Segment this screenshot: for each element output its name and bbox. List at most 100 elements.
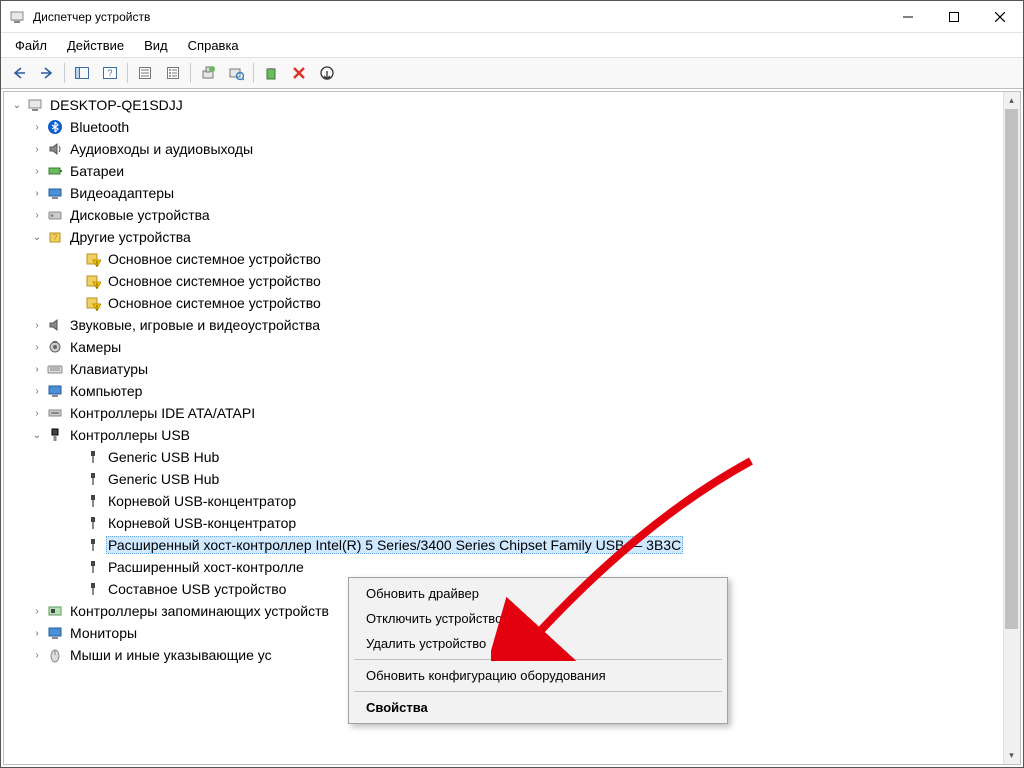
chevron-right-icon[interactable]: ›	[30, 208, 44, 222]
tree-label: Generic USB Hub	[106, 449, 221, 465]
tree-item-base-system-device[interactable]: ! Основное системное устройство	[4, 248, 1020, 270]
toolbar-separator	[64, 63, 65, 83]
app-icon	[9, 9, 25, 25]
usb-icon	[84, 492, 102, 510]
unknown-device-warning-icon: !	[84, 294, 102, 312]
tree-category-video-adapters[interactable]: › Видеоадаптеры	[4, 182, 1020, 204]
ide-controller-icon	[46, 404, 64, 422]
unknown-device-warning-icon: !	[84, 250, 102, 268]
tree-category-other-devices[interactable]: ⌄ ? Другие устройства	[4, 226, 1020, 248]
tree-item-base-system-device[interactable]: ! Основное системное устройство	[4, 292, 1020, 314]
context-menu-disable-device[interactable]: Отключить устройство	[352, 606, 724, 631]
tree-label: Основное системное устройство	[106, 251, 323, 267]
toolbar: ?	[1, 57, 1023, 89]
tree-category-ide-ata[interactable]: › Контроллеры IDE ATA/ATAPI	[4, 402, 1020, 424]
tree-category-disk-drives[interactable]: › Дисковые устройства	[4, 204, 1020, 226]
toolbar-help-button[interactable]: ?	[97, 61, 123, 85]
scrollbar-down-arrow-icon[interactable]: ▾	[1003, 747, 1020, 764]
chevron-right-icon[interactable]: ›	[30, 648, 44, 662]
window-controls	[885, 1, 1023, 33]
tree-item-usb-hub[interactable]: Generic USB Hub	[4, 446, 1020, 468]
toolbar-disable-button[interactable]	[314, 61, 340, 85]
chevron-down-icon[interactable]: ⌄	[10, 98, 24, 112]
toolbar-list-button[interactable]	[160, 61, 186, 85]
tree-category-cameras[interactable]: › Камеры	[4, 336, 1020, 358]
menubar: Файл Действие Вид Справка	[1, 33, 1023, 57]
chevron-right-icon[interactable]: ›	[30, 318, 44, 332]
chevron-right-icon[interactable]: ›	[30, 362, 44, 376]
toolbar-enable-button[interactable]	[258, 61, 284, 85]
toolbar-scan-hardware-button[interactable]	[223, 61, 249, 85]
tree-item-usb-hub[interactable]: Generic USB Hub	[4, 468, 1020, 490]
chevron-right-icon[interactable]: ›	[30, 164, 44, 178]
tree-category-keyboards[interactable]: › Клавиатуры	[4, 358, 1020, 380]
tree-label: Видеоадаптеры	[68, 185, 176, 201]
tree-label: Generic USB Hub	[106, 471, 221, 487]
close-button[interactable]	[977, 1, 1023, 33]
chevron-down-icon[interactable]: ⌄	[30, 428, 44, 442]
bluetooth-icon	[46, 118, 64, 136]
toolbar-back-button[interactable]	[6, 61, 32, 85]
chevron-right-icon[interactable]: ›	[30, 604, 44, 618]
tree-label: Другие устройства	[68, 229, 193, 245]
context-menu-scan-hardware[interactable]: Обновить конфигурацию оборудования	[352, 663, 724, 688]
toolbar-separator	[127, 63, 128, 83]
chevron-down-icon[interactable]: ⌄	[30, 230, 44, 244]
tree-item-root-usb-hub[interactable]: Корневой USB-концентратор	[4, 512, 1020, 534]
scrollbar-up-arrow-icon[interactable]: ▴	[1003, 92, 1020, 109]
toolbar-forward-button[interactable]	[34, 61, 60, 85]
chevron-right-icon[interactable]: ›	[30, 120, 44, 134]
menu-view[interactable]: Вид	[134, 36, 178, 55]
chevron-right-icon[interactable]: ›	[30, 186, 44, 200]
svg-text:?: ?	[107, 68, 112, 78]
chevron-right-icon[interactable]: ›	[30, 340, 44, 354]
monitor-icon	[46, 382, 64, 400]
computer-icon	[26, 96, 44, 114]
toolbar-show-hide-console-tree-button[interactable]	[69, 61, 95, 85]
tree-category-sound-video-game[interactable]: › Звуковые, игровые и видеоустройства	[4, 314, 1020, 336]
svg-text:?: ?	[53, 233, 58, 242]
tree-label: Контроллеры запоминающих устройств	[68, 603, 331, 619]
chevron-right-icon[interactable]: ›	[30, 626, 44, 640]
tree-category-audio[interactable]: › Аудиовходы и аудиовыходы	[4, 138, 1020, 160]
tree-category-batteries[interactable]: › Батареи	[4, 160, 1020, 182]
tree-category-computer[interactable]: › Компьютер	[4, 380, 1020, 402]
scrollbar-thumb[interactable]	[1005, 109, 1018, 629]
tree-item-base-system-device[interactable]: ! Основное системное устройство	[4, 270, 1020, 292]
context-menu-uninstall-device[interactable]: Удалить устройство	[352, 631, 724, 656]
tree-item-intel-usb-controller-selected[interactable]: Расширенный хост-контроллер Intel(R) 5 S…	[4, 534, 1020, 556]
window-title: Диспетчер устройств	[33, 10, 885, 24]
usb-icon	[84, 514, 102, 532]
sound-icon	[46, 316, 64, 334]
usb-controller-icon	[46, 426, 64, 444]
minimize-button[interactable]	[885, 1, 931, 33]
tree-label: Клавиатуры	[68, 361, 150, 377]
chevron-right-icon[interactable]: ›	[30, 406, 44, 420]
tree-label: Дисковые устройства	[68, 207, 212, 223]
other-devices-icon: ?	[46, 228, 64, 246]
context-menu-update-driver[interactable]: Обновить драйвер	[352, 581, 724, 606]
tree-root[interactable]: ⌄ DESKTOP-QE1SDJJ	[4, 94, 1020, 116]
chevron-right-icon[interactable]: ›	[30, 142, 44, 156]
toolbar-properties-button[interactable]	[132, 61, 158, 85]
menu-action[interactable]: Действие	[57, 36, 134, 55]
menu-help[interactable]: Справка	[178, 36, 249, 55]
maximize-button[interactable]	[931, 1, 977, 33]
toolbar-update-driver-button[interactable]	[195, 61, 221, 85]
menu-file[interactable]: Файл	[5, 36, 57, 55]
display-adapter-icon	[46, 184, 64, 202]
tree-label: Основное системное устройство	[106, 273, 323, 289]
tree-item-root-usb-hub[interactable]: Корневой USB-концентратор	[4, 490, 1020, 512]
tree-item-intel-usb-controller[interactable]: Расширенный хост-контролле	[4, 556, 1020, 578]
svg-text:!: !	[96, 261, 98, 267]
tree-label: Расширенный хост-контроллер Intel(R) 5 S…	[106, 536, 683, 554]
tree-category-bluetooth[interactable]: › Bluetooth	[4, 116, 1020, 138]
chevron-right-icon[interactable]: ›	[30, 384, 44, 398]
context-menu-separator	[354, 659, 722, 660]
toolbar-uninstall-button[interactable]	[286, 61, 312, 85]
tree-label: Корневой USB-концентратор	[106, 515, 298, 531]
tree-category-usb-controllers[interactable]: ⌄ Контроллеры USB	[4, 424, 1020, 446]
context-menu-properties[interactable]: Свойства	[352, 695, 724, 720]
tree-label: Мониторы	[68, 625, 139, 641]
scrollbar[interactable]: ▴ ▾	[1003, 92, 1020, 764]
